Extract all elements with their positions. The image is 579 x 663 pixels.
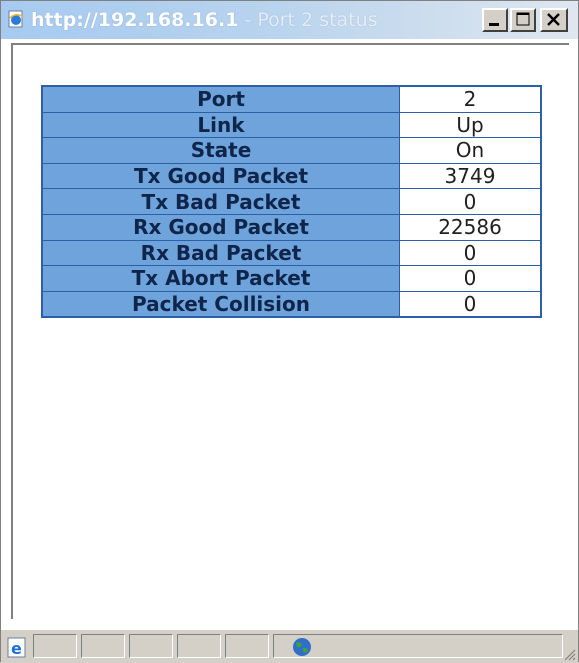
title-bar[interactable]: http://192.168.16.1 - Port 2 status [1, 1, 578, 39]
status-value: Up [399, 111, 542, 139]
status-value: On [399, 137, 542, 164]
svg-text:e: e [11, 639, 22, 658]
status-value: 0 [399, 188, 542, 215]
status-row: Rx Bad Packet 0 [41, 239, 542, 267]
status-value: 0 [399, 265, 542, 292]
status-label: Rx Bad Packet [41, 239, 400, 267]
status-label: Port [41, 85, 400, 113]
status-row: State On [41, 137, 542, 164]
status-row: Port 2 [41, 85, 542, 113]
ie-page-icon [8, 10, 24, 28]
status-label: Tx Bad Packet [41, 188, 400, 215]
status-label: Tx Good Packet [41, 162, 400, 190]
status-bar: e [1, 629, 578, 663]
status-row: Link Up [41, 111, 542, 139]
minimize-button[interactable] [482, 8, 508, 32]
status-row: Tx Abort Packet 0 [41, 265, 542, 292]
status-pane [177, 634, 221, 658]
status-label: Rx Good Packet [41, 213, 400, 241]
window-title-suffix: - Port 2 status [238, 9, 378, 31]
status-label: Link [41, 111, 400, 139]
status-row: Rx Good Packet 22586 [41, 213, 542, 241]
status-value: 22586 [399, 213, 542, 241]
status-row: Tx Good Packet 3749 [41, 162, 542, 190]
port-status-table: Port 2 Link Up State On Tx Good Packet 3749 Tx B… [41, 85, 542, 319]
zone-pane [273, 634, 563, 658]
status-value: 0 [399, 290, 542, 318]
status-label: State [41, 137, 400, 164]
close-icon [547, 13, 560, 26]
ie-e-icon: e [7, 637, 26, 658]
status-label: Tx Abort Packet [41, 265, 400, 292]
maximize-icon [516, 12, 530, 26]
status-pane [81, 634, 125, 658]
window-title: http://192.168.16.1 - Port 2 status [31, 9, 378, 31]
page-content: Port 2 Link Up State On Tx Good Packet 3749 Tx B… [11, 43, 569, 619]
status-row: Tx Bad Packet 0 [41, 188, 542, 215]
window-title-url: http://192.168.16.1 [31, 9, 239, 31]
status-row: Packet Collision 0 [41, 290, 542, 318]
status-pane [129, 634, 173, 658]
popup-window: http://192.168.16.1 - Port 2 status Port… [0, 0, 579, 663]
status-pane [33, 634, 77, 658]
close-button[interactable] [540, 8, 568, 32]
status-value: 2 [399, 85, 542, 113]
internet-globe-icon [293, 638, 311, 656]
resize-grip-icon[interactable] [562, 647, 576, 661]
status-value: 3749 [399, 162, 542, 190]
minimize-icon [489, 23, 499, 26]
maximize-button[interactable] [510, 8, 536, 32]
status-label: Packet Collision [41, 290, 400, 318]
status-pane [225, 634, 269, 658]
status-value: 0 [399, 239, 542, 267]
